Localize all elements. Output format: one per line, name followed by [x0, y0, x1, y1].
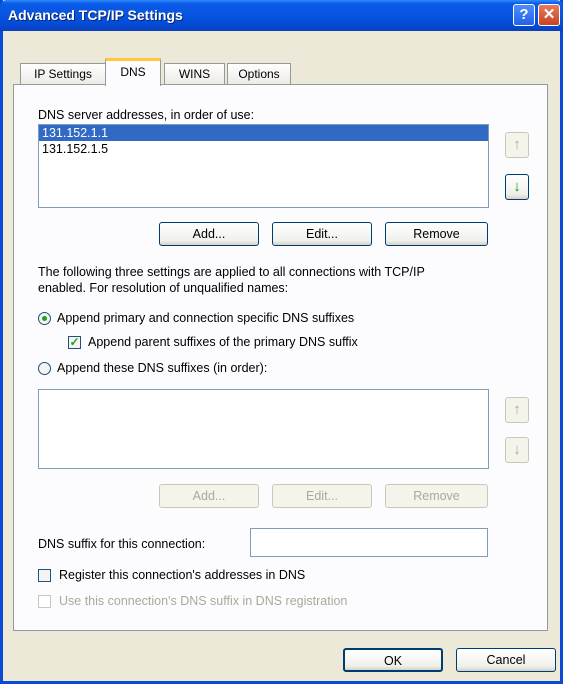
append-these-label[interactable]: Append these DNS suffixes (in order): [57, 361, 267, 375]
window-title: Advanced TCP/IP Settings [8, 7, 183, 23]
resolution-info-line2: enabled. For resolution of unqualified n… [38, 281, 289, 295]
suffix-remove-button: Remove [385, 484, 488, 508]
up-arrow-icon: ↑ [513, 136, 521, 153]
suffix-add-button: Add... [159, 484, 259, 508]
use-suffix-checkbox [38, 595, 51, 608]
suffix-move-up-button: ↑ [505, 397, 529, 423]
register-addresses-label[interactable]: Register this connection's addresses in … [59, 568, 305, 582]
append-these-radio[interactable] [38, 362, 51, 375]
dns-servers-label: DNS server addresses, in order of use: [38, 108, 255, 122]
tab-options[interactable]: Options [227, 63, 291, 84]
cancel-button[interactable]: Cancel [456, 648, 556, 672]
move-down-button[interactable]: ↓ [505, 174, 529, 200]
append-parent-checkbox[interactable]: ✓ [68, 336, 81, 349]
up-arrow-icon: ↑ [513, 401, 521, 418]
append-primary-label[interactable]: Append primary and connection specific D… [57, 311, 354, 325]
close-button[interactable]: ✕ [538, 4, 560, 26]
down-arrow-icon: ↓ [513, 441, 521, 458]
move-up-button: ↑ [505, 132, 529, 158]
resolution-info-line1: The following three settings are applied… [38, 265, 425, 279]
connection-suffix-label: DNS suffix for this connection: [38, 537, 206, 551]
append-parent-label[interactable]: Append parent suffixes of the primary DN… [88, 335, 358, 349]
tab-dns[interactable]: DNS [105, 58, 161, 86]
dns-suffix-list[interactable] [38, 389, 489, 469]
title-bar[interactable]: Advanced TCP/IP Settings ? ✕ [0, 0, 563, 31]
register-addresses-checkbox[interactable] [38, 569, 51, 582]
dns-edit-button[interactable]: Edit... [272, 222, 372, 246]
ok-button[interactable]: OK [343, 648, 443, 672]
list-item[interactable]: 131.152.1.5 [39, 141, 488, 157]
tab-ip-settings[interactable]: IP Settings [20, 63, 106, 84]
list-item[interactable]: 131.152.1.1 [39, 125, 488, 141]
suffix-edit-button: Edit... [272, 484, 372, 508]
append-primary-radio[interactable] [38, 312, 51, 325]
dns-server-list[interactable]: 131.152.1.1 131.152.1.5 [38, 124, 489, 208]
use-suffix-label: Use this connection's DNS suffix in DNS … [59, 594, 348, 608]
dns-add-button[interactable]: Add... [159, 222, 259, 246]
dns-remove-button[interactable]: Remove [385, 222, 488, 246]
down-arrow-icon: ↓ [513, 178, 521, 195]
suffix-move-down-button: ↓ [505, 437, 529, 463]
connection-suffix-input[interactable] [250, 528, 488, 557]
help-button[interactable]: ? [513, 4, 535, 26]
tab-wins[interactable]: WINS [164, 63, 225, 84]
